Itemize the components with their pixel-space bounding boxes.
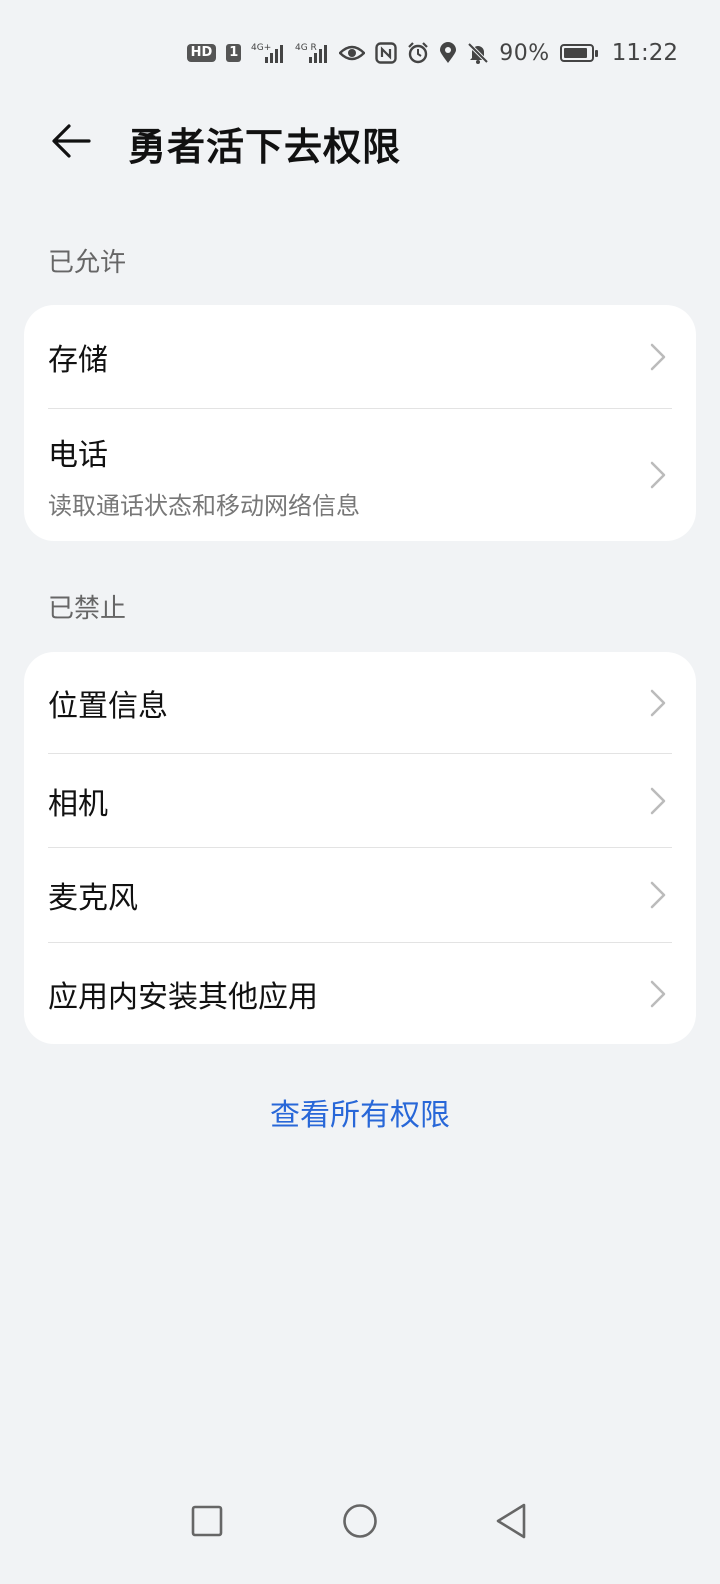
chevron-right-icon	[650, 461, 666, 489]
permission-title: 应用内安装其他应用	[48, 979, 318, 1015]
location-icon	[439, 42, 457, 64]
header: 勇者活下去权限	[0, 108, 720, 172]
permission-item-location[interactable]: 位置信息	[48, 652, 672, 754]
allowed-section-label: 已允许	[48, 248, 127, 278]
eye-icon	[339, 43, 366, 63]
permission-title: 位置信息	[48, 689, 168, 724]
triangle-back-icon	[496, 1503, 526, 1539]
net1-label: 4G+	[251, 43, 271, 53]
permission-item-microphone[interactable]: 麦克风	[48, 848, 672, 942]
permission-item-install-apps[interactable]: 应用内安装其他应用	[48, 943, 672, 1044]
navigation-bar	[0, 1474, 720, 1584]
alarm-icon	[407, 42, 429, 64]
permission-title: 麦克风	[48, 881, 138, 916]
net2-label: 4G R	[295, 43, 317, 53]
recents-button[interactable]	[182, 1496, 232, 1546]
permission-title: 电话	[48, 437, 108, 473]
back-button[interactable]	[48, 118, 94, 164]
status-bar: HD 1 4G+ 4G R 90% 11:22	[186, 36, 678, 70]
circle-icon	[343, 1504, 377, 1538]
permission-item-camera[interactable]: 相机	[48, 754, 672, 848]
denied-card: 位置信息 相机 麦克风 应用内安装其他应用	[24, 652, 696, 1044]
chevron-right-icon	[650, 787, 666, 815]
home-button[interactable]	[335, 1496, 385, 1546]
battery-icon	[559, 44, 598, 62]
chevron-right-icon	[650, 881, 666, 909]
permission-title: 相机	[48, 787, 108, 822]
nfc-icon	[375, 42, 397, 64]
signal-icon-2: 4G R	[295, 41, 329, 65]
denied-section-label: 已禁止	[48, 594, 127, 624]
view-all-permissions-link[interactable]: 查看所有权限	[0, 1090, 720, 1134]
permission-subtitle: 读取通话状态和移动网络信息	[48, 491, 360, 520]
battery-fill	[563, 48, 588, 58]
clock: 11:22	[611, 40, 678, 66]
back-arrow-icon	[52, 124, 91, 158]
mute-icon	[467, 42, 489, 64]
permission-item-phone[interactable]: 电话 读取通话状态和移动网络信息	[48, 409, 672, 541]
hd-badge: HD	[186, 44, 217, 62]
chevron-right-icon	[650, 980, 666, 1007]
back-nav-button[interactable]	[486, 1496, 536, 1546]
permissions-screen: HD 1 4G+ 4G R 90% 11:22 勇者活下去权限 已允许 存储 电…	[0, 0, 720, 1584]
permission-title: 存储	[48, 342, 108, 378]
allowed-card: 存储 电话 读取通话状态和移动网络信息	[24, 305, 696, 541]
sim-badge: 1	[226, 44, 242, 62]
chevron-right-icon	[650, 343, 666, 370]
square-icon	[191, 1505, 223, 1537]
signal-icon: 4G+	[251, 41, 285, 65]
page-title: 勇者活下去权限	[128, 125, 402, 169]
battery-percent: 90%	[499, 40, 550, 66]
permission-item-storage[interactable]: 存储	[48, 305, 672, 408]
chevron-right-icon	[650, 689, 666, 717]
